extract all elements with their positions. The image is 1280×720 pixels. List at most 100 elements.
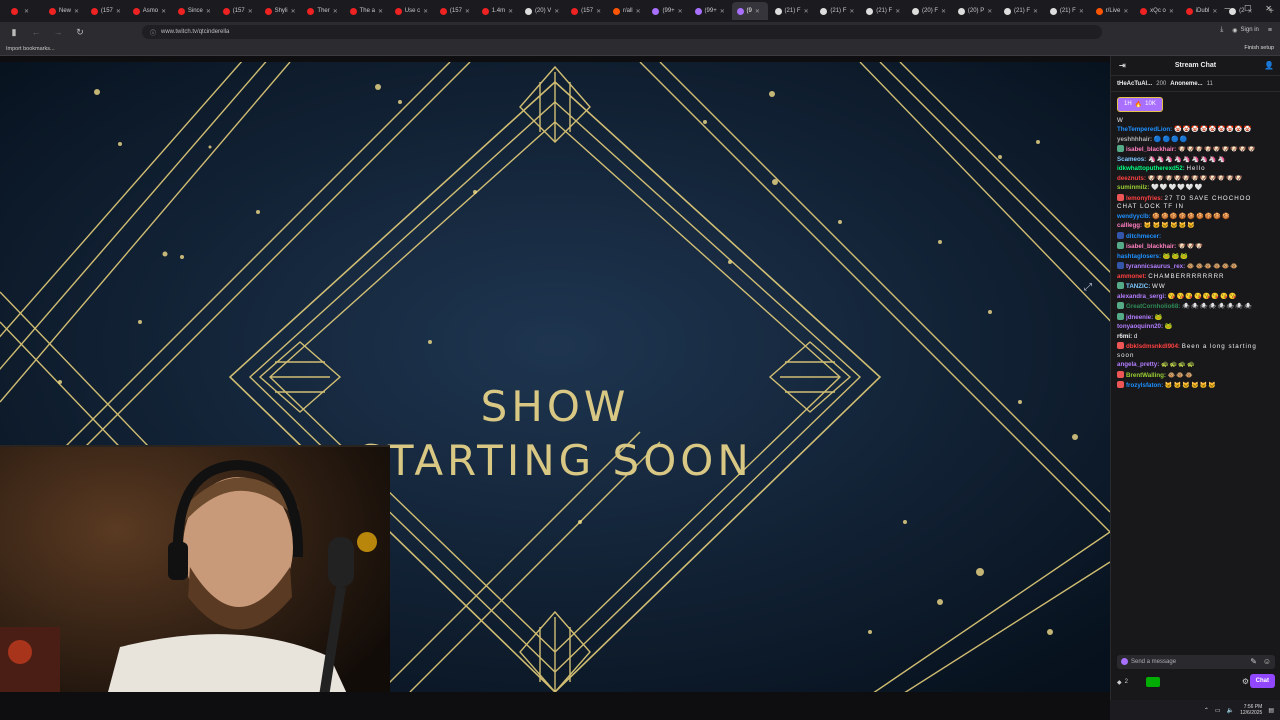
tab-close-icon[interactable]: ✕: [508, 8, 513, 15]
chat-badge-icon[interactable]: [1117, 242, 1124, 249]
browser-tab[interactable]: The a ✕: [345, 2, 388, 20]
browser-tab[interactable]: (21) F ✕: [999, 2, 1043, 20]
browser-tab[interactable]: r/all ✕: [608, 2, 646, 20]
tab-close-icon[interactable]: ✕: [720, 8, 725, 15]
chat-username[interactable]: wendyyclb:: [1117, 213, 1152, 220]
browser-tab[interactable]: (157 ✕: [566, 2, 606, 20]
import-bookmarks-link[interactable]: Import bookmarks...: [6, 46, 55, 52]
chat-send-button[interactable]: Chat: [1249, 674, 1275, 688]
browser-tab[interactable]: Use c ✕: [390, 2, 433, 20]
tab-close-icon[interactable]: ✕: [24, 8, 29, 15]
tab-close-icon[interactable]: ✕: [206, 8, 211, 15]
chat-badge-icon[interactable]: [1117, 282, 1124, 289]
tab-close-icon[interactable]: ✕: [74, 8, 79, 15]
tab-close-icon[interactable]: ✕: [596, 8, 601, 15]
chat-username[interactable]: isabel_blackhair:: [1126, 146, 1178, 153]
channel-points-button[interactable]: ◆ 2: [1117, 679, 1128, 686]
tab-close-icon[interactable]: ✕: [804, 8, 809, 15]
sub-goal-badge[interactable]: 1H 🔥 10K: [1117, 96, 1163, 112]
chat-username[interactable]: tyrannicsaurus_rex:: [1126, 263, 1187, 270]
chat-username[interactable]: dbklsdmsnkdl904:: [1126, 343, 1182, 350]
tab-close-icon[interactable]: ✕: [755, 8, 760, 15]
theatre-mode-icon[interactable]: ⤢: [1084, 282, 1098, 296]
chat-badge-icon[interactable]: [1117, 145, 1124, 152]
chat-badge-icon[interactable]: [1117, 193, 1124, 201]
tab-close-icon[interactable]: ✕: [378, 8, 383, 15]
bits-icon[interactable]: ✎: [1250, 657, 1257, 666]
browser-tab[interactable]: xQc o ✕: [1135, 2, 1178, 20]
tab-close-icon[interactable]: ✕: [941, 8, 946, 15]
browser-tab[interactable]: Asmo ✕: [128, 2, 171, 20]
tab-close-icon[interactable]: ✕: [554, 8, 559, 15]
chat-username[interactable]: angela_pretty:: [1117, 361, 1161, 368]
browser-tab[interactable]: New ✕: [44, 2, 84, 20]
tab-close-icon[interactable]: ✕: [291, 8, 296, 15]
chat-username[interactable]: deeznuts:: [1117, 175, 1148, 182]
chat-badge-icon[interactable]: [1117, 342, 1124, 349]
chat-badge-icon[interactable]: [1117, 302, 1124, 309]
tab-close-icon[interactable]: ✕: [849, 8, 854, 15]
chat-username[interactable]: alexandra_sergi:: [1117, 293, 1168, 300]
browser-tab[interactable]: Shyli ✕: [260, 2, 301, 20]
reload-icon[interactable]: ↻: [74, 27, 86, 38]
chat-username[interactable]: yeshhhhair:: [1117, 136, 1154, 143]
tab-close-icon[interactable]: ✕: [465, 8, 470, 15]
tab-close-icon[interactable]: ✕: [1169, 8, 1174, 15]
minimize-icon[interactable]: ─: [1224, 4, 1230, 13]
browser-tab[interactable]: (20) F ✕: [907, 2, 951, 20]
notifications-icon[interactable]: ▤: [1268, 707, 1274, 714]
chat-username[interactable]: GreatCornholio68:: [1126, 303, 1182, 310]
browser-tab[interactable]: 1.4m ✕: [477, 2, 518, 20]
chat-username[interactable]: ditchmecer:: [1126, 233, 1161, 240]
menu-icon[interactable]: ≡: [1268, 27, 1272, 34]
download-icon[interactable]: ⤓: [1220, 26, 1223, 34]
leaderboard-user[interactable]: Anoneme...: [1170, 81, 1202, 87]
browser-tab[interactable]: (21) F ✕: [1045, 2, 1089, 20]
leaderboard-user[interactable]: tHeAcTuAl...: [1117, 81, 1152, 87]
system-clock[interactable]: 7:56 PM 12/6/2025: [1240, 704, 1262, 716]
network-icon[interactable]: ▭: [1215, 707, 1221, 714]
chat-username[interactable]: lemonyfries:: [1126, 195, 1165, 202]
finish-setup-button[interactable]: Finish setup: [1244, 45, 1274, 51]
browser-tab[interactable]: (9 ✕: [731, 2, 768, 20]
browser-tab[interactable]: (157 ✕: [86, 2, 126, 20]
tab-close-icon[interactable]: ✕: [423, 8, 428, 15]
browser-tab[interactable]: (20) V ✕: [520, 2, 564, 20]
browser-tab[interactable]: (157 ✕: [435, 2, 475, 20]
chat-settings-icon[interactable]: ⚙: [1242, 677, 1249, 686]
tab-close-icon[interactable]: ✕: [1123, 8, 1128, 15]
chat-username[interactable]: tonyaoquinn20:: [1117, 323, 1165, 330]
browser-tab[interactable]: (157 ✕: [218, 2, 258, 20]
back-icon[interactable]: ←: [30, 27, 42, 37]
tab-close-icon[interactable]: ✕: [987, 8, 992, 15]
chat-username[interactable]: hashtaglosers:: [1117, 253, 1163, 260]
chat-username[interactable]: isabel_blackhair:: [1126, 243, 1178, 250]
chat-username[interactable]: frozylsfaton:: [1126, 382, 1165, 389]
browser-tab[interactable]: r/Live ✕: [1091, 2, 1134, 20]
chat-username[interactable]: calllegg:: [1117, 222, 1144, 229]
browser-tab[interactable]: Since ✕: [173, 2, 216, 20]
tab-close-icon[interactable]: ✕: [248, 8, 253, 15]
chat-username[interactable]: TANZIC:: [1126, 283, 1152, 290]
sidebar-toggle-icon[interactable]: ▮: [8, 27, 20, 38]
prime-icon[interactable]: [1145, 677, 1160, 687]
chat-username[interactable]: r6mi:: [1117, 333, 1134, 340]
volume-icon[interactable]: 🔈: [1227, 707, 1234, 714]
chat-identity-icon[interactable]: [1121, 658, 1128, 665]
browser-tab[interactable]: (21) F ✕: [770, 2, 814, 20]
browser-tab[interactable]: Ther ✕: [302, 2, 342, 20]
chat-badge-icon[interactable]: [1117, 262, 1124, 269]
tab-close-icon[interactable]: ✕: [116, 8, 121, 15]
chat-username[interactable]: ammonet:: [1117, 273, 1148, 280]
chat-message-input[interactable]: Send a message ✎ ☺: [1117, 655, 1275, 669]
chat-username[interactable]: jdneenie:: [1126, 314, 1155, 321]
browser-tab[interactable]: ✕: [6, 2, 42, 20]
emote-picker-icon[interactable]: ☺: [1263, 657, 1271, 666]
browser-tab[interactable]: (21) F ✕: [861, 2, 905, 20]
chat-username[interactable]: suminmilz:: [1117, 184, 1151, 191]
tab-close-icon[interactable]: ✕: [1212, 8, 1217, 15]
chat-badge-icon[interactable]: [1117, 312, 1124, 320]
tray-chevron-icon[interactable]: ⌃: [1204, 707, 1209, 714]
chat-username[interactable]: BrentWalling:: [1126, 372, 1168, 379]
tab-close-icon[interactable]: ✕: [636, 8, 641, 15]
